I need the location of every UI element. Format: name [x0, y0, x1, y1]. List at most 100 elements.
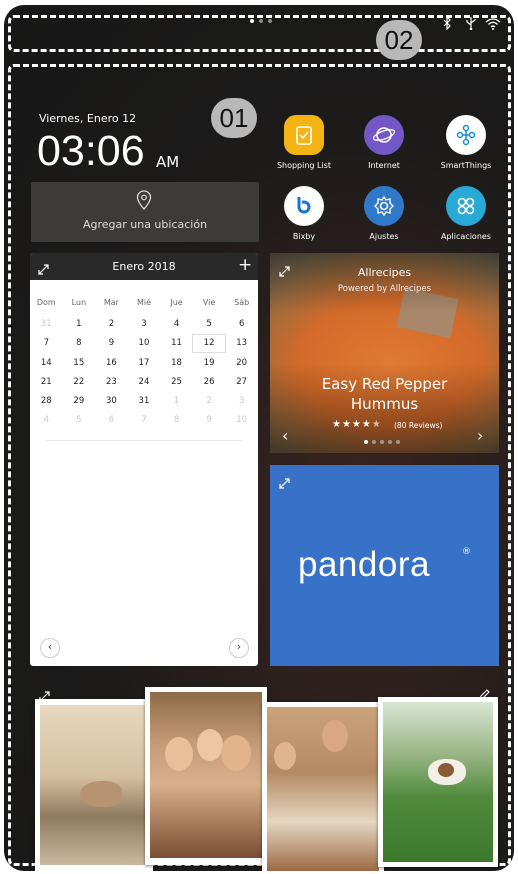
calendar-day[interactable]: 25 — [160, 377, 193, 387]
calendar-day[interactable]: 3 — [225, 396, 258, 406]
pandora-widget[interactable]: pandora ® — [270, 465, 499, 666]
calendar-day[interactable]: 23 — [95, 377, 128, 387]
calendar-next-button[interactable]: › — [229, 638, 249, 658]
add-event-icon[interactable]: + — [238, 255, 252, 275]
app-ajustes[interactable]: Ajustes — [353, 186, 415, 241]
app-label: Aplicaciones — [441, 232, 491, 241]
calendar-widget[interactable]: Enero 2018 + Dom Lun Mar Mié Jue Vie Sáb 31 1 2 3 4… — [30, 253, 258, 666]
calendar-week-row: 4 5 6 7 8 9 10 — [30, 411, 258, 430]
calendar-day[interactable]: 20 — [225, 358, 258, 368]
bluetooth-icon — [442, 15, 452, 34]
calendar-day[interactable]: 8 — [160, 415, 193, 425]
calendar-day[interactable]: 29 — [63, 396, 96, 406]
photos-widget[interactable] — [30, 677, 500, 871]
weekday-label: Jue — [170, 298, 183, 308]
wifi-icon — [485, 15, 501, 34]
calendar-day[interactable]: 2 — [95, 319, 128, 329]
calendar-day[interactable]: 9 — [193, 415, 226, 425]
recipe-widget[interactable]: Allrecipes Powered by Allrecipes Easy Re… — [270, 253, 499, 453]
calendar-prev-button[interactable]: ‹ — [40, 638, 60, 658]
weekday-label: Mié — [136, 298, 151, 308]
calendar-day[interactable]: 21 — [30, 377, 63, 387]
weekday-label: Mar — [103, 298, 119, 308]
calendar-week-row: 14 15 16 17 18 19 20 — [30, 353, 258, 372]
pandora-logo: pandora — [298, 545, 430, 584]
app-label: Bixby — [292, 232, 316, 241]
calendar-day[interactable]: 4 — [30, 415, 63, 425]
calendar-day[interactable]: 1 — [160, 396, 193, 406]
app-internet[interactable]: Internet — [353, 115, 415, 170]
photo-cat — [35, 699, 153, 871]
divider — [46, 440, 242, 441]
weekday-label: Sáb — [234, 298, 250, 308]
calendar-day[interactable]: 4 — [160, 319, 193, 329]
app-label: Internet — [368, 161, 400, 170]
app-label: SmartThings — [440, 161, 492, 170]
calendar-day[interactable]: 7 — [128, 415, 161, 425]
calendar-day[interactable]: 27 — [225, 377, 258, 387]
calendar-day[interactable]: 3 — [128, 319, 161, 329]
calendar-day[interactable]: 7 — [30, 338, 63, 348]
calendar-day[interactable]: 8 — [63, 338, 96, 348]
calendar-day[interactable]: 6 — [225, 319, 258, 329]
calendar-day[interactable]: 11 — [160, 338, 193, 348]
calendar-day[interactable]: 26 — [193, 377, 226, 387]
recipe-next-button[interactable]: › — [477, 426, 483, 445]
calendar-day[interactable]: 1 — [63, 319, 96, 329]
add-location-label: Agregar una ubicación — [82, 218, 208, 231]
calendar-week-row: 21 22 23 24 25 26 27 — [30, 372, 258, 391]
app-label: Shopping List — [276, 161, 332, 170]
weekday-label: Dom — [36, 298, 56, 308]
calendar-day[interactable]: 10 — [128, 338, 161, 348]
weekday-label: Lun — [71, 298, 87, 308]
pandora-registered-mark: ® — [462, 547, 471, 557]
calendar-day[interactable]: 5 — [193, 319, 226, 329]
internet-icon — [364, 115, 404, 155]
calendar-day[interactable]: 30 — [95, 396, 128, 406]
calendar-day[interactable]: 15 — [63, 358, 96, 368]
carousel-dots — [364, 440, 400, 444]
calendar-day[interactable]: 19 — [193, 358, 226, 368]
calendar-week-row: 31 1 2 3 4 5 6 — [30, 314, 258, 333]
recipe-prev-button[interactable]: ‹ — [282, 426, 288, 445]
calendar-day[interactable]: 10 — [225, 415, 258, 425]
settings-icon — [364, 186, 404, 226]
usb-icon — [465, 15, 477, 34]
recipe-title-line2: Hummus — [350, 395, 419, 413]
calendar-day[interactable]: 6 — [95, 415, 128, 425]
recipe-source: Allrecipes — [357, 266, 412, 279]
apps-icon — [446, 186, 486, 226]
clock-ampm: AM — [156, 153, 180, 171]
shopping-list-icon — [284, 115, 324, 155]
recipe-title-line1: Easy Red Pepper — [321, 375, 448, 393]
device-screen: 02 Viernes, Enero 12 03:06 AM 01 Agregar… — [4, 5, 514, 871]
app-shopping-list[interactable]: Shopping List — [273, 115, 335, 170]
calendar-day[interactable]: 18 — [160, 358, 193, 368]
app-label: Ajustes — [369, 232, 399, 241]
clock-date: Viernes, Enero 12 — [39, 112, 137, 125]
calendar-header: Enero 2018 + — [30, 253, 258, 280]
calendar-day[interactable]: 28 — [30, 396, 63, 406]
app-aplicaciones[interactable]: Aplicaciones — [435, 186, 497, 241]
calendar-day[interactable]: 12 — [193, 335, 226, 352]
app-bixby[interactable]: Bixby — [273, 186, 335, 241]
calendar-day[interactable]: 14 — [30, 358, 63, 368]
recipe-powered-by: Powered by Allrecipes — [337, 284, 432, 294]
photo-family — [145, 687, 267, 865]
calendar-day[interactable]: 9 — [95, 338, 128, 348]
add-location-button[interactable]: Agregar una ubicación — [31, 182, 259, 242]
calendar-day[interactable]: 5 — [63, 415, 96, 425]
calendar-day[interactable]: 17 — [128, 358, 161, 368]
calendar-day[interactable]: 24 — [128, 377, 161, 387]
calendar-day[interactable]: 31 — [30, 319, 63, 329]
calendar-week-row: 7 8 9 10 11 12 13 — [30, 334, 258, 353]
calendar-day[interactable]: 2 — [193, 396, 226, 406]
calendar-day[interactable]: 16 — [95, 358, 128, 368]
expand-icon[interactable] — [279, 474, 290, 493]
calendar-day[interactable]: 13 — [225, 338, 258, 348]
calendar-day[interactable]: 31 — [128, 396, 161, 406]
smartthings-icon — [446, 115, 486, 155]
app-smartthings[interactable]: SmartThings — [435, 115, 497, 170]
calendar-day[interactable]: 22 — [63, 377, 96, 387]
photo-dinner — [262, 702, 384, 871]
